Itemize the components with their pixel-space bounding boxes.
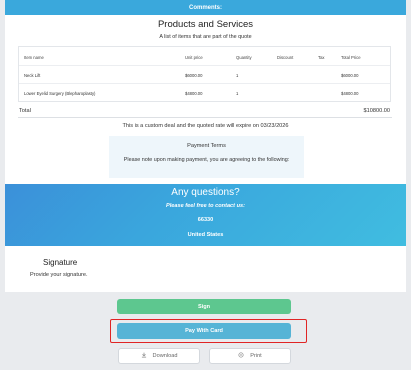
item-name: Neck Lift bbox=[24, 73, 41, 78]
signature-subtitle: Provide your signature. bbox=[30, 272, 88, 278]
print-button[interactable]: Print bbox=[209, 348, 291, 364]
total-value: $10800.00 bbox=[363, 108, 390, 114]
pay-button-label: Pay With Card bbox=[185, 328, 223, 334]
item-total: $6000.00 bbox=[341, 73, 359, 78]
item-unit-price: $4800.00 bbox=[185, 91, 203, 96]
signature-title: Signature bbox=[43, 258, 78, 267]
col-discount: Discount bbox=[277, 55, 294, 60]
col-total-price: Total Price bbox=[341, 55, 361, 60]
products-title: Products and Services bbox=[157, 19, 254, 30]
print-button-label: Print bbox=[250, 353, 262, 359]
print-icon bbox=[238, 352, 244, 360]
quote-document: Comments: Products and Services A list o… bbox=[5, 0, 406, 292]
item-unit-price: $6000.00 bbox=[185, 73, 203, 78]
sign-button[interactable]: Sign bbox=[117, 299, 291, 314]
download-button-label: Download bbox=[152, 353, 178, 359]
download-button[interactable]: Download bbox=[118, 348, 200, 364]
expiry-notice: This is a custom deal and the quoted rat… bbox=[122, 123, 289, 129]
item-total: $4800.00 bbox=[341, 91, 359, 96]
questions-title: Any questions? bbox=[171, 187, 240, 198]
item-quantity: 1 bbox=[236, 91, 239, 96]
contact-country: United States bbox=[187, 232, 224, 238]
item-name: Lower Eyelid Surgery (Blepharoplasty) bbox=[24, 91, 96, 96]
col-quantity: Quantity bbox=[236, 55, 252, 60]
payment-terms-title: Payment Terms bbox=[187, 143, 226, 149]
total-divider bbox=[18, 117, 392, 118]
products-subtitle: A list of items that are part of the quo… bbox=[159, 34, 252, 40]
pay-with-card-button[interactable]: Pay With Card bbox=[117, 323, 291, 339]
payment-terms-text: Please note upon making payment, you are… bbox=[123, 157, 290, 163]
comments-bar: Comments: bbox=[5, 0, 406, 15]
row-divider bbox=[19, 83, 390, 84]
products-table: Item name Unit price Quantity Discount T… bbox=[18, 46, 391, 102]
total-label: Total bbox=[19, 108, 31, 114]
sign-button-label: Sign bbox=[197, 303, 211, 310]
col-tax: Tax bbox=[318, 55, 325, 60]
row-divider bbox=[19, 65, 390, 66]
item-quantity: 1 bbox=[236, 73, 239, 78]
download-icon bbox=[141, 352, 147, 360]
col-item-name: Item name bbox=[24, 55, 44, 60]
contact-banner: Any questions? Please feel free to conta… bbox=[5, 184, 406, 246]
questions-subtitle: Please feel free to contact us: bbox=[166, 203, 245, 209]
col-unit-price: Unit price bbox=[185, 55, 203, 60]
payment-terms-box: Payment Terms Please note upon making pa… bbox=[109, 136, 304, 178]
contact-zip: 66330 bbox=[197, 217, 214, 223]
comments-label: Comments: bbox=[188, 4, 222, 11]
